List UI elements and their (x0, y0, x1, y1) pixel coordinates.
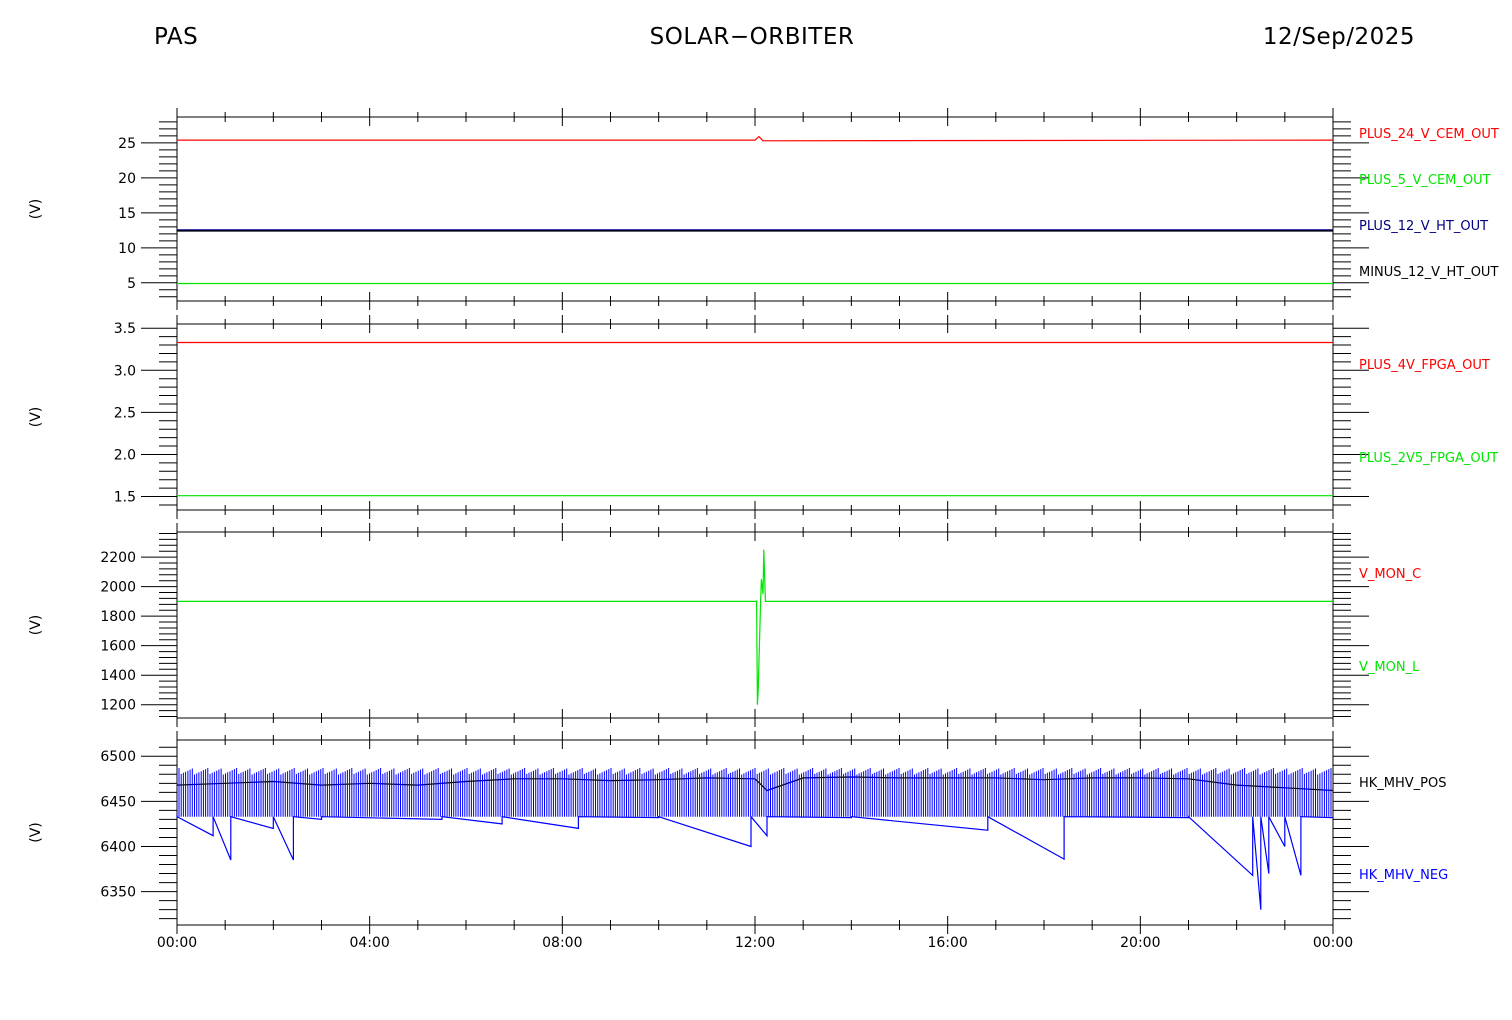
y-tick-label: 1.5 (114, 490, 136, 506)
y-axis-label: (V) (28, 615, 44, 636)
y-tick-label: 6350 (100, 885, 136, 901)
timeseries-figure: 5 10 15 20 25 (V) PLUS_24_V_CEM_OUT PLUS_5_V_CE… (28, 108, 1499, 951)
y-tick-label: 10 (118, 241, 136, 257)
y-axis-label: (V) (28, 407, 44, 428)
y-tick-label: 1800 (100, 609, 136, 625)
y-tick-label: 6400 (100, 839, 136, 855)
y-tick-label: 2000 (100, 580, 136, 596)
series-band-hk_mhv_neg (178, 768, 1332, 817)
y-tick-label: 15 (118, 206, 136, 222)
legend-minus_12_v_ht_out: MINUS_12_V_HT_OUT (1359, 265, 1498, 280)
legend-plus_2v5_fpga_out: PLUS_2V5_FPGA_OUT (1359, 451, 1498, 466)
y-tick-label: 1400 (100, 668, 136, 684)
series-line-hk_mhv_neg (176, 814, 1334, 910)
x-tick-label: 08:00 (542, 935, 582, 951)
legend-plus_24_v_cem_out: PLUS_24_V_CEM_OUT (1359, 127, 1499, 142)
legend-v_mon_c: V_MON_C (1359, 567, 1421, 582)
y-axis-label: (V) (28, 199, 44, 220)
y-axis-label: (V) (28, 822, 44, 843)
x-tick-label: 04:00 (349, 935, 389, 951)
y-tick-label: 2.0 (114, 447, 136, 463)
x-tick-label: 00:00 (1313, 935, 1353, 951)
y-tick-label: 2.5 (114, 405, 136, 421)
y-tick-label: 2200 (100, 550, 136, 566)
y-tick-label: 25 (118, 136, 136, 152)
y-tick-label: 1200 (100, 698, 136, 714)
y-tick-label: 6450 (100, 794, 136, 810)
legend-plus_12_v_ht_out: PLUS_12_V_HT_OUT (1359, 219, 1488, 234)
x-tick-label: 00:00 (157, 935, 197, 951)
x-tick-label: 12:00 (735, 935, 775, 951)
series-line-plus_24_v_cem_out (177, 135, 1334, 142)
series-line-v_mon_l (177, 549, 1333, 705)
legend-v_mon_l: V_MON_L (1359, 660, 1420, 675)
y-tick-label: 20 (118, 171, 136, 187)
legend-plus_5_v_cem_out: PLUS_5_V_CEM_OUT (1359, 173, 1491, 188)
x-tick-label: 16:00 (927, 935, 967, 951)
legend-hk_mhv_neg: HK_MHV_NEG (1359, 868, 1448, 883)
x-tick-label: 20:00 (1120, 935, 1160, 951)
legend-hk_mhv_pos: HK_MHV_POS (1359, 776, 1447, 791)
y-tick-label: 1600 (100, 639, 136, 655)
y-tick-label: 3.5 (114, 321, 136, 337)
y-tick-label: 3.0 (114, 363, 136, 379)
y-tick-label: 6500 (100, 749, 136, 765)
legend-plus_4v_fpga_out: PLUS_4V_FPGA_OUT (1359, 358, 1490, 373)
y-tick-label: 5 (127, 276, 136, 292)
